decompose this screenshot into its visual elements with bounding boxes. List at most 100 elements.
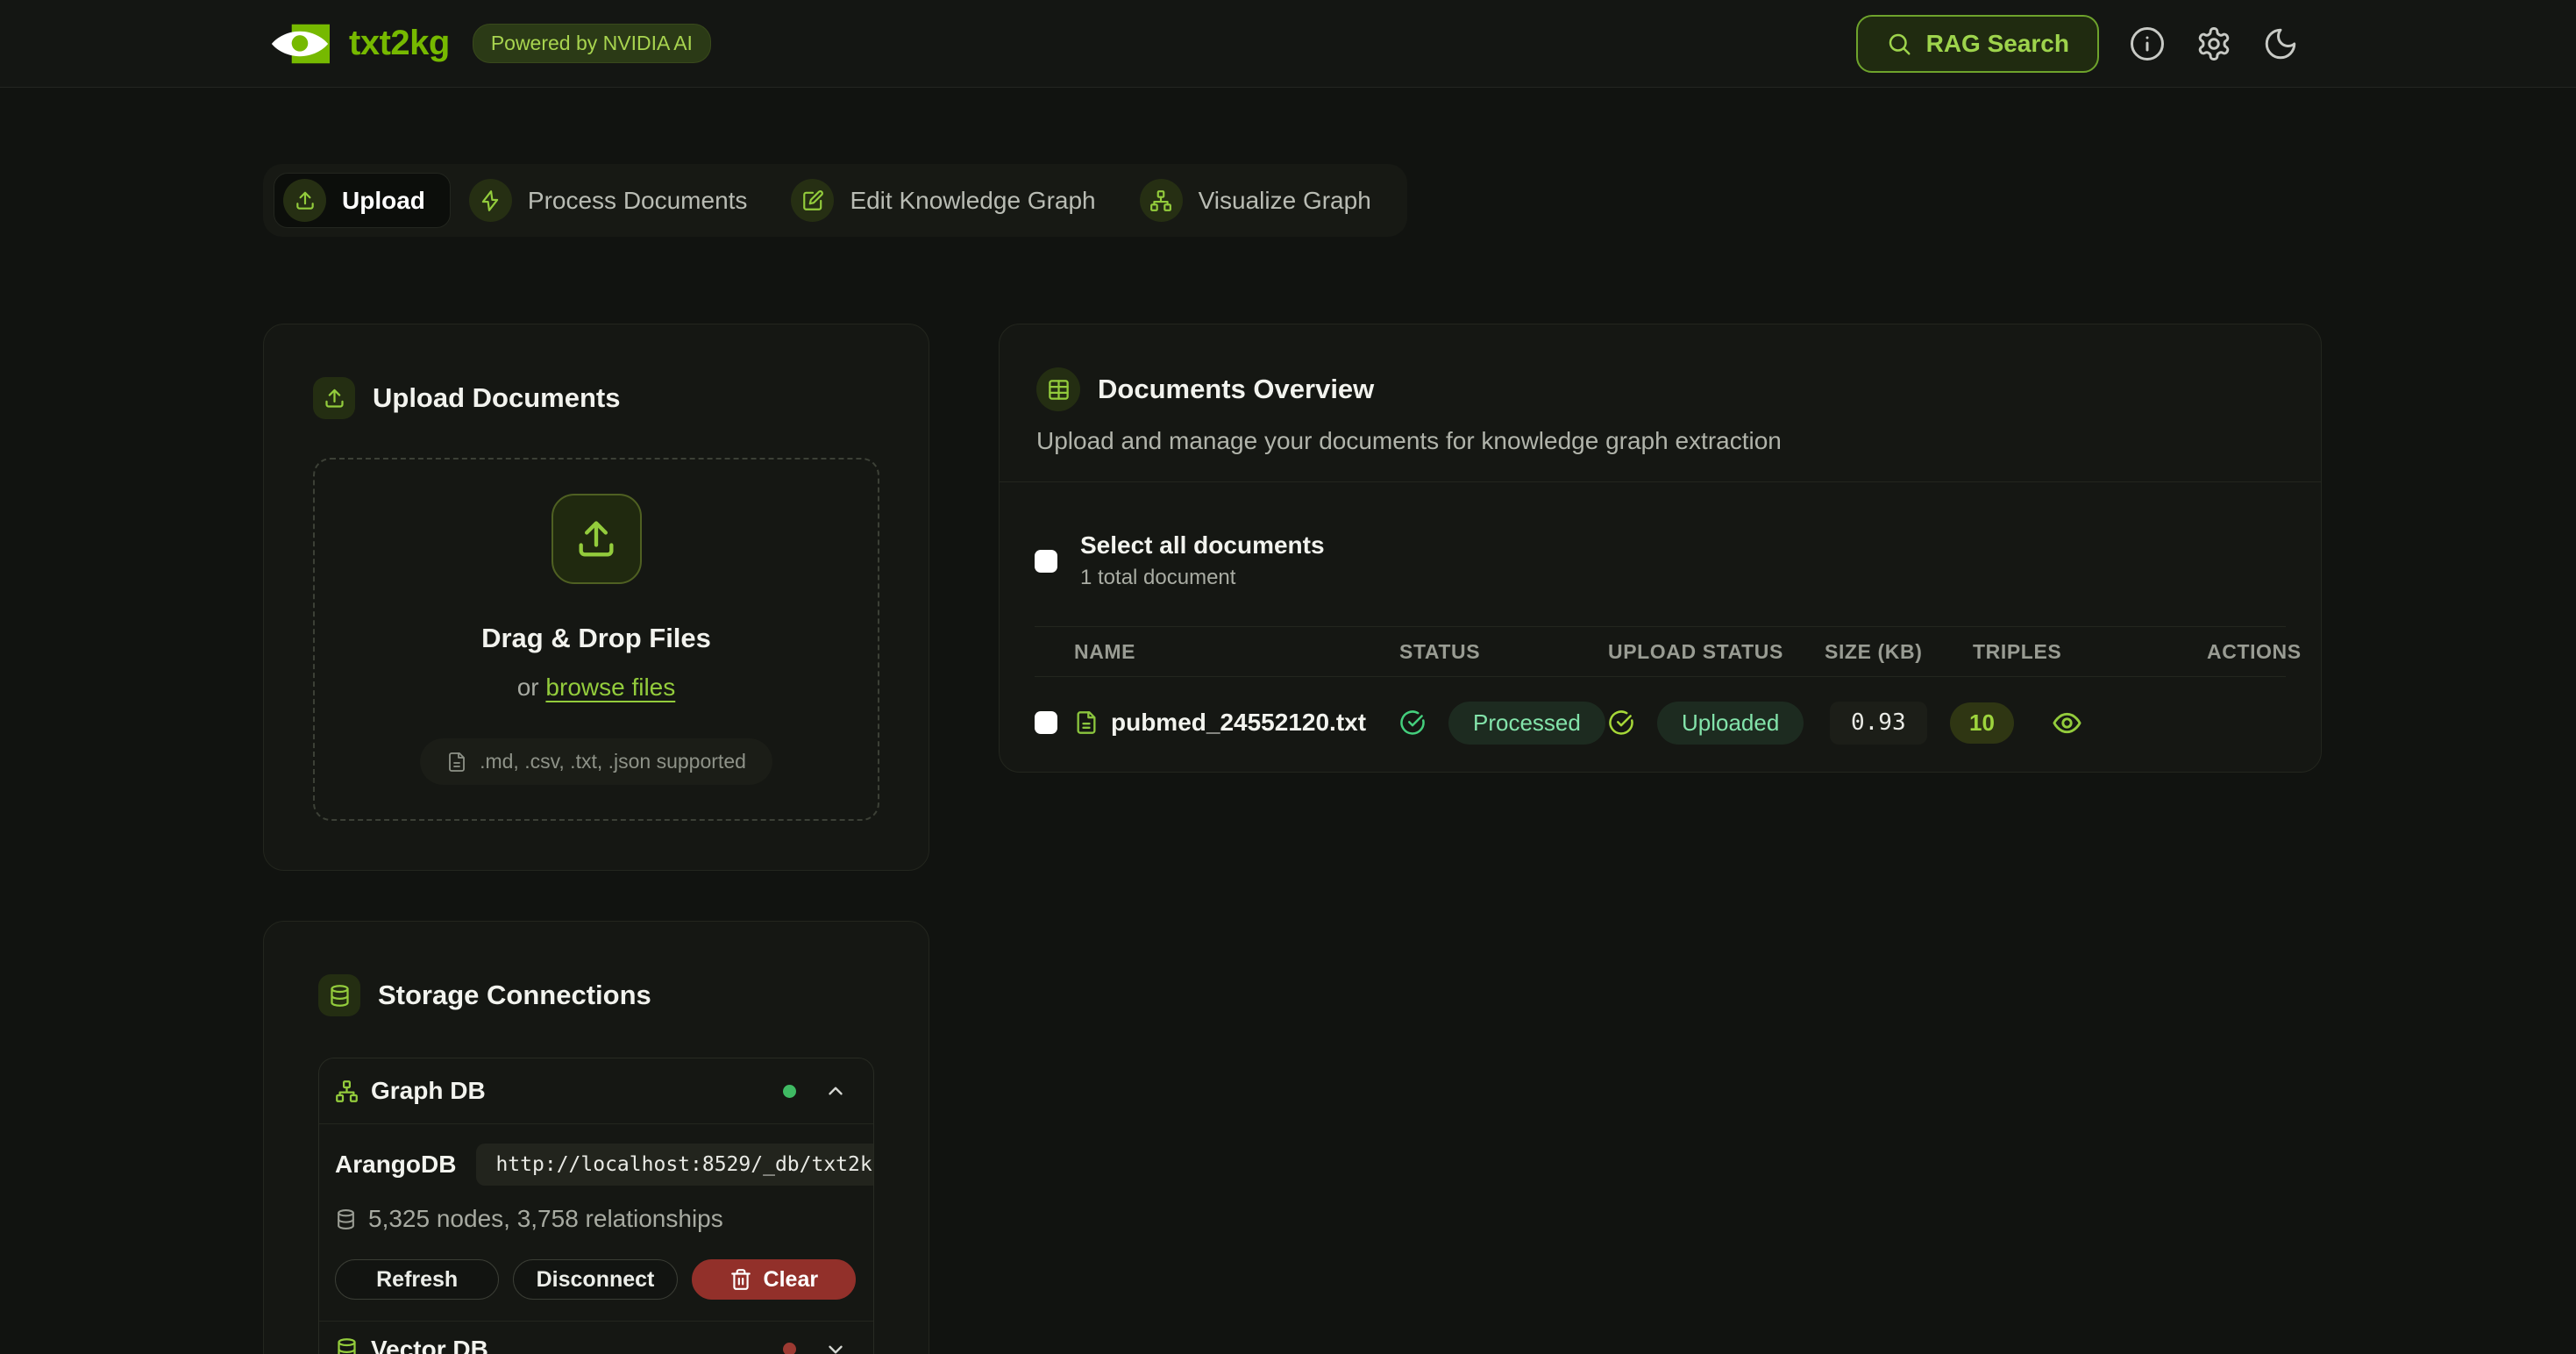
app-header: txt2kg Powered by NVIDIA AI RAG Search — [0, 0, 2576, 88]
file-dropzone[interactable]: Drag & Drop Files or browse files .md, .… — [313, 458, 879, 821]
eye-icon — [2052, 708, 2082, 738]
chevron-up-icon[interactable] — [824, 1080, 847, 1102]
powered-by-badge: Powered by NVIDIA AI — [473, 24, 711, 63]
trash-icon — [729, 1268, 752, 1291]
supported-formats-badge: .md, .csv, .txt, .json supported — [420, 738, 772, 785]
column-header-upload-status: UPLOAD STATUS — [1608, 640, 1825, 664]
column-header-name: NAME — [1074, 640, 1399, 664]
graph-icon — [1140, 179, 1183, 222]
gear-icon — [2195, 25, 2232, 62]
db-stats-row: 5,325 nodes, 3,758 relationships — [335, 1205, 856, 1233]
or-text: or — [517, 673, 539, 701]
nvidia-logo-icon — [270, 24, 330, 64]
tab-bar: Upload Process Documents Edit Knowledge … — [263, 164, 1407, 237]
total-documents-label: 1 total document — [1080, 566, 1325, 590]
file-text-icon — [1074, 710, 1099, 735]
db-stats: 5,325 nodes, 3,758 relationships — [368, 1205, 723, 1233]
tab-upload[interactable]: Upload — [274, 173, 451, 228]
row-checkbox[interactable] — [1035, 711, 1057, 734]
status-badge: Processed — [1448, 702, 1605, 745]
vector-db-header[interactable]: Vector DB — [319, 1321, 873, 1354]
table-header-row: NAME STATUS UPLOAD STATUS SIZE (KB) TRIP… — [1035, 626, 2286, 677]
tab-label: Edit Knowledge Graph — [850, 187, 1095, 215]
column-header-status: STATUS — [1399, 640, 1608, 664]
connected-status-dot — [783, 1085, 796, 1098]
disconnect-button[interactable]: Disconnect — [513, 1259, 677, 1300]
chevron-down-icon[interactable] — [824, 1338, 847, 1354]
rag-search-button[interactable]: RAG Search — [1856, 15, 2099, 73]
upload-status-cell: Uploaded — [1608, 702, 1830, 745]
graph-db-details: ArangoDB http://localhost:8529/_db/txt2k… — [319, 1124, 873, 1321]
document-name: pubmed_24552120.txt — [1111, 709, 1366, 737]
edit-icon — [791, 179, 834, 222]
content-columns: Upload Documents Drag & Drop Files or br… — [263, 324, 2313, 1354]
status-cell: Processed — [1399, 702, 1608, 745]
left-column: Upload Documents Drag & Drop Files or br… — [263, 324, 929, 1354]
select-all-row: Select all documents 1 total document — [1035, 531, 2286, 590]
info-button[interactable] — [2129, 25, 2166, 62]
tab-visualize-graph[interactable]: Visualize Graph — [1130, 173, 1397, 228]
upload-card-title: Upload Documents — [373, 382, 620, 414]
refresh-button[interactable]: Refresh — [335, 1259, 499, 1300]
graph-db-header[interactable]: Graph DB — [319, 1058, 873, 1124]
storage-card-header: Storage Connections — [318, 974, 874, 1016]
table-icon — [1036, 367, 1080, 411]
header-actions: RAG Search — [1856, 15, 2299, 73]
tab-label: Upload — [342, 187, 425, 215]
dropzone-title: Drag & Drop Files — [481, 623, 711, 654]
select-all-checkbox[interactable] — [1035, 550, 1057, 573]
document-name-cell: pubmed_24552120.txt — [1074, 709, 1399, 737]
rag-search-label: RAG Search — [1926, 30, 2069, 58]
graph-db-label: Graph DB — [371, 1077, 486, 1105]
supported-formats-label: .md, .csv, .txt, .json supported — [480, 750, 746, 773]
right-column: Documents Overview Upload and manage you… — [999, 324, 2322, 773]
search-icon — [1886, 31, 1912, 57]
view-document-button[interactable] — [2052, 708, 2082, 738]
db-connections-panel: Graph DB ArangoDB http://localhost:8529/… — [318, 1058, 874, 1354]
clear-label: Clear — [764, 1267, 819, 1293]
provider-row: ArangoDB http://localhost:8529/_db/txt2k… — [335, 1144, 856, 1186]
check-circle-icon — [1399, 709, 1426, 736]
info-icon — [2129, 25, 2166, 62]
triples-cell: 10 — [1950, 702, 2052, 744]
documents-card-body: Select all documents 1 total document NA… — [1000, 482, 2321, 772]
theme-toggle-button[interactable] — [2262, 25, 2299, 62]
lightning-icon — [469, 179, 512, 222]
brand-group: txt2kg Powered by NVIDIA AI — [270, 24, 711, 64]
disconnected-status-dot — [783, 1343, 796, 1354]
db-url: http://localhost:8529/_db/txt2kg — [476, 1144, 874, 1186]
upload-status-badge: Uploaded — [1657, 702, 1804, 745]
browse-files-link[interactable]: browse files — [545, 673, 675, 701]
select-all-labels: Select all documents 1 total document — [1080, 531, 1325, 590]
triples-badge: 10 — [1950, 702, 2014, 744]
vector-db-label: Vector DB — [371, 1336, 488, 1354]
provider-name: ArangoDB — [335, 1151, 456, 1179]
settings-button[interactable] — [2195, 25, 2232, 62]
column-header-triples: TRIPLES — [1973, 640, 2137, 664]
clear-button[interactable]: Clear — [692, 1259, 856, 1300]
documents-card-title: Documents Overview — [1098, 374, 1374, 405]
tab-edit-knowledge-graph[interactable]: Edit Knowledge Graph — [781, 173, 1121, 228]
storage-card-title: Storage Connections — [378, 980, 651, 1011]
database-icon — [335, 1208, 357, 1230]
main-content: Upload Process Documents Edit Knowledge … — [0, 88, 2576, 1354]
tab-label: Process Documents — [528, 187, 748, 215]
documents-title-row: Documents Overview — [1036, 367, 2284, 411]
upload-documents-card: Upload Documents Drag & Drop Files or br… — [263, 324, 929, 871]
database-icon — [335, 1337, 359, 1354]
db-actions-row: Refresh Disconnect Clear — [335, 1259, 856, 1300]
tab-process-documents[interactable]: Process Documents — [459, 173, 773, 228]
documents-card-header: Documents Overview Upload and manage you… — [1000, 324, 2321, 481]
upload-icon — [313, 377, 355, 419]
upload-card-header: Upload Documents — [313, 377, 879, 419]
database-icon — [318, 974, 360, 1016]
documents-card-subtitle: Upload and manage your documents for kno… — [1036, 427, 2284, 455]
row-checkbox-cell — [1035, 711, 1074, 734]
storage-connections-card: Storage Connections Graph DB — [263, 921, 929, 1354]
documents-overview-card: Documents Overview Upload and manage you… — [999, 324, 2322, 773]
actions-cell — [2052, 708, 2286, 738]
graph-icon — [335, 1080, 359, 1103]
tab-label: Visualize Graph — [1199, 187, 1371, 215]
check-circle-icon — [1608, 709, 1634, 736]
column-header-size: SIZE (KB) — [1825, 640, 1973, 664]
